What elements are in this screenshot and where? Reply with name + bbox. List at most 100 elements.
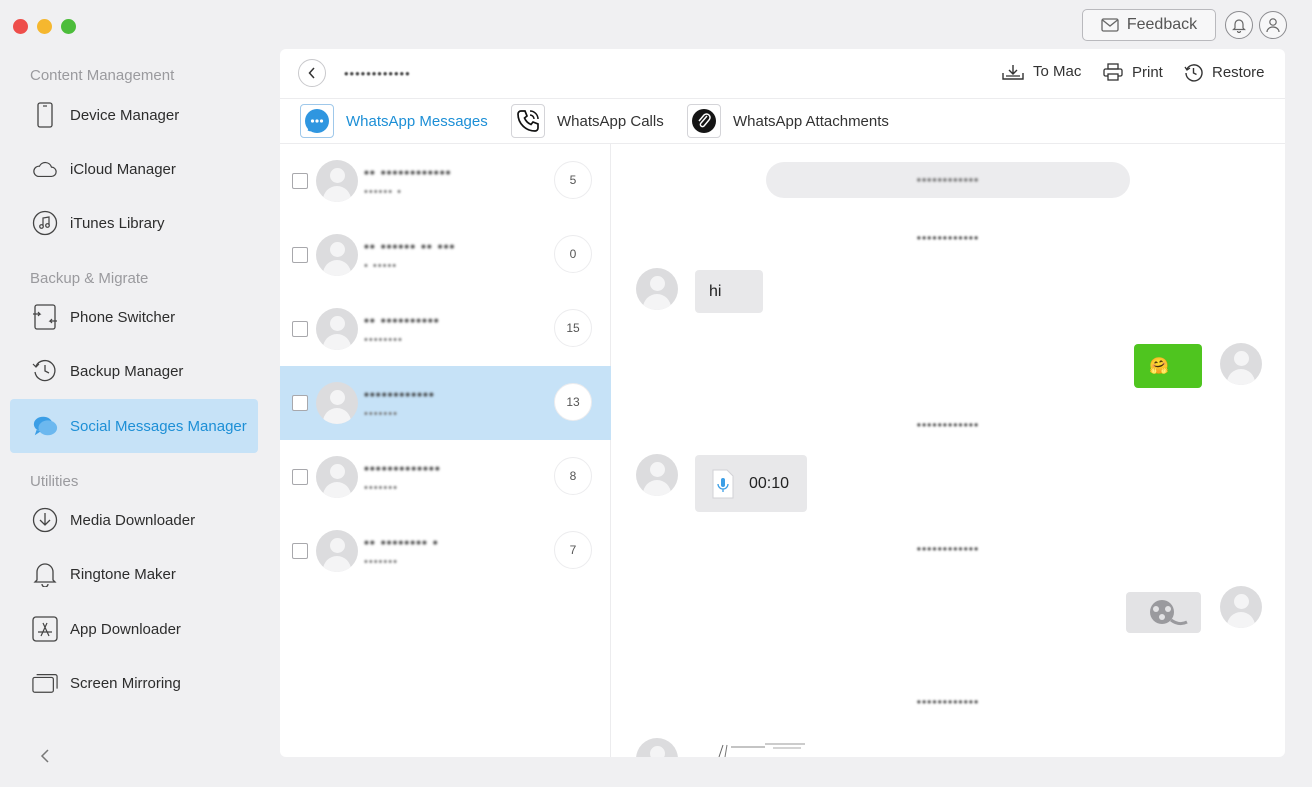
tab-label: WhatsApp Attachments bbox=[733, 112, 889, 130]
partial-image-message[interactable] bbox=[715, 743, 807, 757]
close-window-button[interactable] bbox=[13, 19, 28, 34]
select-checkbox[interactable] bbox=[292, 469, 308, 485]
sidebar-item-itunes-library[interactable]: iTunes Library bbox=[10, 196, 258, 250]
select-checkbox[interactable] bbox=[292, 543, 308, 559]
screens-icon bbox=[32, 670, 58, 696]
avatar bbox=[1220, 343, 1262, 385]
timestamp-text: •••••••••••• bbox=[916, 418, 980, 432]
avatar bbox=[636, 268, 678, 310]
chat-bubbles-icon bbox=[32, 413, 58, 439]
outgoing-emoji-message[interactable]: 🤗 bbox=[1134, 344, 1202, 388]
outgoing-video-message[interactable] bbox=[1126, 592, 1201, 633]
window-controls bbox=[13, 19, 76, 34]
select-checkbox[interactable] bbox=[292, 395, 308, 411]
message-timestamp: •••••••••••• bbox=[611, 542, 1285, 556]
emoji: 🤗 bbox=[1149, 358, 1169, 375]
bell-icon bbox=[32, 561, 58, 587]
sidebar-item-screen-mirroring[interactable]: Screen Mirroring bbox=[10, 656, 258, 710]
select-checkbox[interactable] bbox=[292, 247, 308, 263]
to-mac-label: To Mac bbox=[1033, 63, 1082, 80]
sidebar-item-device-manager[interactable]: Device Manager bbox=[10, 88, 258, 142]
conversation-item-selected[interactable]: •••••••••••• ••••••• 13 bbox=[280, 366, 611, 440]
message-text: hi bbox=[709, 282, 722, 300]
contact-name: •••••••••••• bbox=[916, 173, 980, 187]
timestamp-text: •••••••••••• bbox=[916, 542, 980, 556]
sidebar-item-backup-manager[interactable]: Backup Manager bbox=[10, 344, 258, 398]
section-utilities: Utilities bbox=[30, 473, 79, 490]
conversation-item[interactable]: ••••••••••••• ••••••• 8 bbox=[280, 440, 611, 514]
avatar bbox=[636, 454, 678, 496]
bell-icon bbox=[1232, 19, 1246, 33]
timestamp-text: •••••••••••• bbox=[916, 231, 980, 245]
restore-button[interactable]: Restore bbox=[1184, 63, 1265, 82]
back-button[interactable] bbox=[298, 59, 326, 87]
sidebar-item-media-downloader[interactable]: Media Downloader bbox=[10, 493, 258, 547]
tab-whatsapp-messages[interactable]: WhatsApp Messages bbox=[300, 104, 488, 138]
conversation-item[interactable]: •• •••••••••••• •••••• • 5 bbox=[280, 144, 611, 218]
voice-duration: 00:10 bbox=[749, 474, 790, 492]
tab-whatsapp-calls[interactable]: WhatsApp Calls bbox=[511, 104, 664, 138]
feedback-button[interactable]: Feedback bbox=[1082, 9, 1216, 41]
conversation-name: •• •••••••••• bbox=[364, 312, 440, 328]
message-count-badge: 7 bbox=[554, 531, 592, 569]
restore-label: Restore bbox=[1212, 64, 1265, 81]
avatar bbox=[316, 382, 358, 424]
sidebar-item-label: iTunes Library bbox=[70, 214, 165, 232]
select-checkbox[interactable] bbox=[292, 173, 308, 189]
switch-icon bbox=[32, 304, 58, 330]
maximize-window-button[interactable] bbox=[61, 19, 76, 34]
conversation-item[interactable]: •• •••••••• • ••••••• 7 bbox=[280, 514, 611, 588]
notifications-button[interactable] bbox=[1225, 11, 1253, 39]
main-panel: •••••••••••• To Mac Print Restore WhatsA… bbox=[280, 49, 1285, 757]
device-name: •••••••••••• bbox=[344, 66, 411, 81]
sidebar-item-label: Backup Manager bbox=[70, 362, 184, 380]
sidebar-item-label: Ringtone Maker bbox=[70, 565, 176, 583]
message-timestamp: •••••••••••• bbox=[611, 695, 1285, 709]
whatsapp-chat-icon bbox=[300, 104, 334, 138]
timestamp-text: •••••••••••• bbox=[916, 695, 980, 709]
message-count-badge: 0 bbox=[554, 235, 592, 273]
sidebar-item-ringtone-maker[interactable]: Ringtone Maker bbox=[10, 547, 258, 601]
tab-whatsapp-attachments[interactable]: WhatsApp Attachments bbox=[687, 104, 889, 138]
conversation-item[interactable]: •• •••••••••• •••••••• 15 bbox=[280, 292, 611, 366]
sidebar-item-phone-switcher[interactable]: Phone Switcher bbox=[10, 290, 258, 344]
paperclip-icon bbox=[687, 104, 721, 138]
minimize-window-button[interactable] bbox=[37, 19, 52, 34]
conversation-name: •••••••••••• bbox=[364, 386, 435, 402]
user-icon bbox=[1266, 18, 1280, 33]
message-count-badge: 15 bbox=[554, 309, 592, 347]
avatar bbox=[1220, 586, 1262, 628]
printer-icon bbox=[1103, 63, 1123, 81]
sidebar-item-icloud-manager[interactable]: iCloud Manager bbox=[10, 142, 258, 196]
chat-contact-header: •••••••••••• bbox=[766, 162, 1130, 198]
sidebar-item-label: Media Downloader bbox=[70, 511, 196, 529]
voice-file-icon bbox=[712, 469, 734, 498]
chat-view: •••••••••••• •••••••••••• hi 🤗 •••••••••… bbox=[611, 144, 1285, 757]
sidebar-item-label: App Downloader bbox=[70, 620, 181, 638]
sidebar-item-label: Phone Switcher bbox=[70, 308, 176, 326]
sidebar-item-social-messages-manager[interactable]: Social Messages Manager bbox=[10, 399, 258, 453]
message-count-badge: 5 bbox=[554, 161, 592, 199]
collapse-sidebar-button[interactable] bbox=[36, 746, 54, 766]
select-checkbox[interactable] bbox=[292, 321, 308, 337]
sidebar-item-label: Screen Mirroring bbox=[70, 674, 181, 692]
download-icon bbox=[32, 507, 58, 533]
chevron-left-icon bbox=[308, 67, 315, 79]
conversation-name: •• •••••••• • bbox=[364, 534, 439, 550]
section-backup-migrate: Backup & Migrate bbox=[30, 270, 149, 287]
conversation-subtitle: ••••••• bbox=[364, 482, 398, 494]
account-button[interactable] bbox=[1259, 11, 1287, 39]
mail-icon bbox=[1101, 18, 1119, 32]
message-count-badge: 13 bbox=[554, 383, 592, 421]
conversation-item[interactable]: •• •••••• •• ••• • ••••• 0 bbox=[280, 218, 611, 292]
incoming-voice-message[interactable]: 00:10 bbox=[695, 455, 807, 512]
avatar bbox=[316, 308, 358, 350]
sidebar-item-app-downloader[interactable]: App Downloader bbox=[10, 602, 258, 656]
film-reel-icon bbox=[1149, 599, 1188, 625]
conversation-subtitle: • ••••• bbox=[364, 260, 398, 272]
to-mac-button[interactable]: To Mac bbox=[1002, 63, 1081, 80]
feedback-label: Feedback bbox=[1126, 16, 1198, 33]
print-button[interactable]: Print bbox=[1103, 63, 1163, 81]
incoming-text-message[interactable]: hi bbox=[695, 270, 763, 313]
tab-label: WhatsApp Calls bbox=[557, 112, 664, 130]
